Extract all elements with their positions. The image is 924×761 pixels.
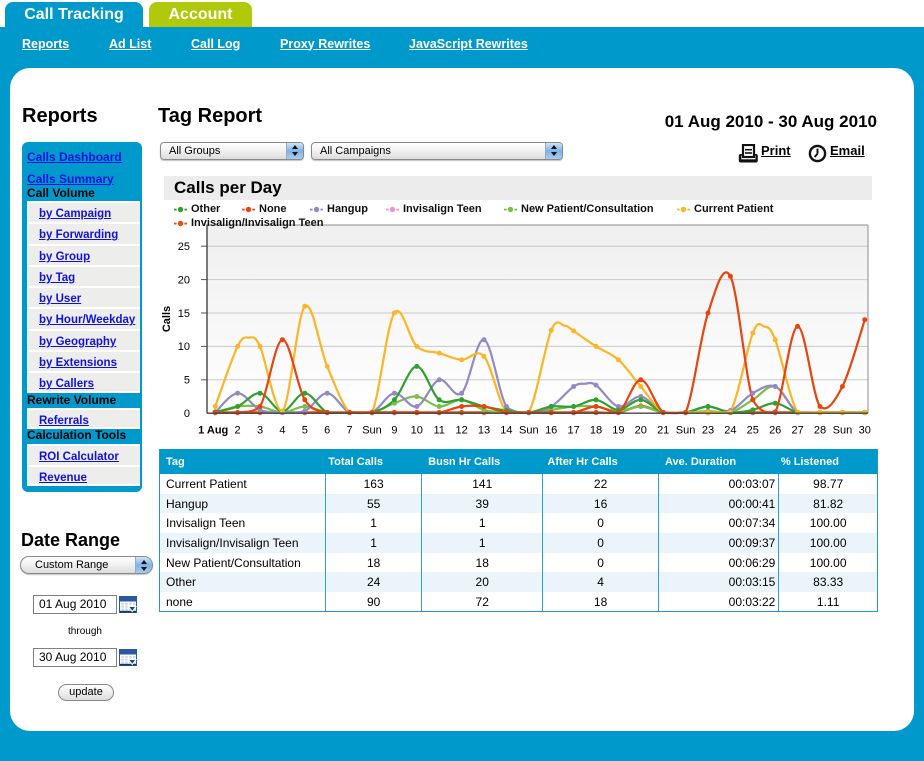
- svg-text:Sun: Sun: [833, 425, 853, 437]
- svg-text:26: 26: [769, 425, 781, 437]
- svg-text:2: 2: [235, 425, 241, 437]
- svg-text:30: 30: [859, 425, 871, 437]
- svg-text:17: 17: [567, 425, 579, 437]
- svg-text:20: 20: [635, 425, 647, 437]
- svg-text:1 Aug: 1 Aug: [198, 425, 228, 437]
- svg-text:Sun: Sun: [676, 425, 696, 437]
- svg-text:Sun: Sun: [519, 425, 539, 437]
- svg-text:3: 3: [257, 425, 263, 437]
- svg-text:13: 13: [478, 425, 490, 437]
- svg-text:24: 24: [724, 425, 736, 437]
- svg-text:5: 5: [184, 375, 190, 387]
- svg-text:10: 10: [178, 341, 190, 353]
- svg-text:16: 16: [545, 425, 557, 437]
- svg-text:19: 19: [612, 425, 624, 437]
- svg-text:Sun: Sun: [362, 425, 382, 437]
- svg-text:7: 7: [347, 425, 353, 437]
- svg-text:6: 6: [324, 425, 330, 437]
- svg-text:23: 23: [702, 425, 714, 437]
- svg-text:25: 25: [747, 425, 759, 437]
- svg-text:15: 15: [178, 308, 190, 320]
- svg-text:20: 20: [178, 274, 190, 286]
- svg-text:9: 9: [391, 425, 397, 437]
- svg-text:4: 4: [279, 425, 285, 437]
- svg-text:25: 25: [178, 241, 190, 253]
- svg-text:18: 18: [590, 425, 602, 437]
- svg-text:5: 5: [302, 425, 308, 437]
- svg-text:0: 0: [184, 408, 190, 420]
- svg-text:28: 28: [814, 425, 826, 437]
- svg-text:27: 27: [791, 425, 803, 437]
- svg-text:14: 14: [500, 425, 512, 437]
- svg-text:11: 11: [433, 425, 444, 437]
- svg-text:Calls: Calls: [161, 306, 173, 332]
- svg-text:10: 10: [411, 425, 423, 437]
- svg-text:12: 12: [455, 425, 467, 437]
- svg-text:21: 21: [657, 425, 669, 437]
